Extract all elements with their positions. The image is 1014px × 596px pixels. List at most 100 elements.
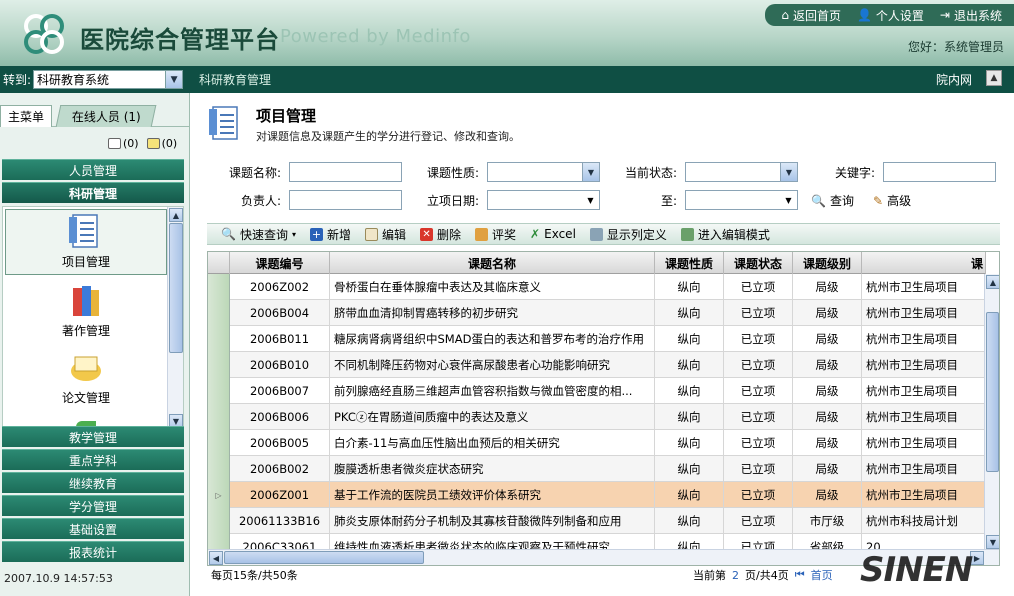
menu-basic-settings[interactable]: 基础设置: [2, 518, 184, 539]
table-cell: 脐带血血清抑制胃癌转移的初步研究: [330, 300, 655, 326]
delete-button[interactable]: ✕ 删除: [420, 226, 461, 243]
menu-teaching[interactable]: 教学管理: [2, 426, 184, 447]
table-row[interactable]: 2006B006 PKCⓩ在胃肠道间质瘤中的表达及意义 纵向 已立项 局级 杭州市卫生局项…: [208, 404, 986, 430]
row-header[interactable]: [208, 300, 230, 326]
add-button[interactable]: + 新增: [309, 226, 351, 243]
logout-link[interactable]: ⇥ 退出系统: [940, 7, 1002, 24]
keyword-input[interactable]: [883, 162, 996, 182]
submenu-project[interactable]: 项目管理: [5, 209, 167, 275]
table-row[interactable]: 2006B007 前列腺癌经直肠三维超声血管容积指数与微血管密度的相... 纵向 已立…: [208, 378, 986, 404]
menu-credits[interactable]: 学分管理: [2, 495, 184, 516]
submenu-book[interactable]: 著作管理: [5, 277, 167, 343]
keyword-label: 关键字:: [834, 166, 875, 180]
scroll-thumb[interactable]: [986, 312, 999, 472]
row-header[interactable]: [208, 274, 230, 300]
greeting: 您好：系统管理员: [907, 40, 1004, 54]
table-cell: 腹膜透析患者微炎症状态研究: [330, 456, 655, 482]
table-row[interactable]: 2006B010 不同机制降压药物对心衰伴高尿酸患者心功能影响研究 纵向 已立项 局级杭…: [208, 352, 986, 378]
grid-header: 课题编号 课题名称 课题性质 课题状态 课题级别 课: [208, 252, 986, 274]
menu-reports[interactable]: 报表统计: [2, 541, 184, 562]
col-header-type[interactable]: 课题性质: [655, 252, 724, 274]
table-cell: 杭州市卫生局项目: [862, 326, 986, 352]
row-header[interactable]: [208, 352, 230, 378]
tab-online-users-label: 在线人员 (1): [71, 110, 141, 124]
row-header[interactable]: [208, 508, 230, 534]
table-row[interactable]: 20061133B16 肺炎支原体耐药分子机制及其寡核苷酸微阵列制备和应用 纵向 已立…: [208, 508, 986, 534]
profile-link[interactable]: 👤 个人设置: [857, 7, 924, 24]
col-header-status[interactable]: 课题状态: [724, 252, 793, 274]
row-header[interactable]: [208, 456, 230, 482]
table-row[interactable]: 2006B011 糖尿病肾病肾组织中SMAD蛋白的表达和普罗布考的治疗作用 纵向 已立…: [208, 326, 986, 352]
table-cell: 杭州市卫生局项目: [862, 482, 986, 508]
edit-button[interactable]: 编辑: [365, 226, 406, 243]
table-cell: 已立项: [724, 456, 793, 482]
scroll-up-icon[interactable]: ▲: [169, 208, 183, 222]
submenu-next[interactable]: [5, 407, 167, 427]
table-cell: 局级: [793, 482, 862, 508]
intranet-link[interactable]: 院内网: [936, 71, 972, 88]
message-count[interactable]: (0): [108, 137, 139, 150]
home-link[interactable]: ⌂ 返回首页: [781, 7, 841, 24]
first-page-icon[interactable]: ⏮: [795, 568, 805, 582]
table-cell: 骨桥蛋白在垂体腺瘤中表达及其临床意义: [330, 274, 655, 300]
user-icon: 👤: [856, 8, 872, 22]
topic-type-select[interactable]: ▼: [487, 162, 600, 182]
table-cell: 2006B002: [230, 456, 330, 482]
notice-count[interactable]: (0): [146, 137, 177, 150]
col-header-more[interactable]: 课: [862, 252, 986, 274]
table-row[interactable]: 2006Z002 骨桥蛋白在垂体腺瘤中表达及其临床意义 纵向 已立项 局级 杭州市卫生局项…: [208, 274, 986, 300]
first-page-link[interactable]: 首页: [811, 567, 833, 583]
query-button[interactable]: 🔍 查询: [811, 192, 854, 209]
chevron-down-icon[interactable]: ▼: [165, 71, 183, 88]
leader-input[interactable]: [289, 190, 402, 210]
menu-personnel[interactable]: 人员管理: [2, 159, 184, 180]
edit-mode-button[interactable]: 进入编辑模式: [680, 226, 770, 243]
row-header[interactable]: [208, 430, 230, 456]
scroll-thumb[interactable]: [169, 223, 183, 353]
award-button[interactable]: 评奖: [475, 226, 516, 243]
menu-continuing-edu[interactable]: 继续教育: [2, 472, 184, 493]
submenu-paper[interactable]: 论文管理: [5, 344, 167, 410]
table-row[interactable]: 2006B002 腹膜透析患者微炎症状态研究 纵向 已立项 局级 杭州市卫生局项目: [208, 456, 986, 482]
menu-key-discipline[interactable]: 重点学科: [2, 449, 184, 470]
chevron-down-icon[interactable]: ▼: [582, 163, 599, 181]
scroll-up-icon[interactable]: ▲: [986, 275, 999, 289]
col-header-name[interactable]: 课题名称: [330, 252, 655, 274]
start-date-from[interactable]: ▼: [487, 190, 600, 210]
chevron-down-icon[interactable]: ▼: [582, 191, 599, 209]
chevron-down-icon[interactable]: ▼: [780, 191, 797, 209]
quick-search-button[interactable]: 🔍 快速查询 ▾: [221, 226, 296, 243]
dropdown-caret-icon: ▾: [291, 229, 296, 239]
scroll-left-icon[interactable]: ◀: [209, 551, 223, 565]
row-header[interactable]: ▷: [208, 482, 230, 508]
table-row[interactable]: 2006B004 脐带血血清抑制胃癌转移的初步研究 纵向 已立项 局级 杭州市卫生局项目: [208, 300, 986, 326]
scroll-down-icon[interactable]: ▼: [986, 535, 999, 549]
row-header[interactable]: [208, 404, 230, 430]
advanced-button[interactable]: ✎ 高级: [873, 192, 911, 209]
menu-research[interactable]: 科研管理: [2, 182, 184, 203]
table-cell: 2006B004: [230, 300, 330, 326]
row-header[interactable]: [208, 378, 230, 404]
collapse-header-icon[interactable]: ▲: [986, 70, 1002, 86]
excel-button[interactable]: ✗ Excel: [530, 227, 576, 241]
col-header-level[interactable]: 课题级别: [793, 252, 862, 274]
topic-name-input[interactable]: [289, 162, 402, 182]
column-def-button[interactable]: 显示列定义: [589, 226, 667, 243]
table-row[interactable]: 2006B005 白介素-11与高血压性脑出血预后的相关研究 纵向 已立项 局级 杭州市卫…: [208, 430, 986, 456]
row-header[interactable]: [208, 326, 230, 352]
col-header-code[interactable]: 课题编号: [230, 252, 330, 274]
module-select[interactable]: 科研教育系统 ▼: [33, 70, 184, 89]
scroll-thumb[interactable]: [224, 551, 424, 564]
start-date-to[interactable]: ▼: [685, 190, 798, 210]
add-button-label: 新增: [326, 227, 351, 242]
total-pages-label: 页/共4页: [745, 569, 789, 582]
chevron-down-icon[interactable]: ▼: [780, 163, 797, 181]
grid-vertical-scrollbar[interactable]: ▲ ▼: [984, 274, 999, 550]
top-links: ⌂ 返回首页 👤 个人设置 ⇥ 退出系统: [765, 4, 1014, 26]
tab-online-users[interactable]: 在线人员 (1): [55, 105, 157, 127]
sidebar-scrollbar[interactable]: ▲ ▼: [167, 207, 183, 427]
status-select[interactable]: ▼: [685, 162, 798, 182]
grid-toolbar: 🔍 快速查询 ▾ + 新增 编辑 ✕ 删除 评奖 ✗ Excel 显示列定义 进入编辑模式: [207, 223, 1000, 245]
tab-main-menu[interactable]: 主菜单: [0, 105, 52, 127]
table-row[interactable]: ▷ 2006Z001 基于工作流的医院员工绩效评价体系研究 纵向 已立项 局级 杭州市卫生局…: [208, 482, 986, 508]
